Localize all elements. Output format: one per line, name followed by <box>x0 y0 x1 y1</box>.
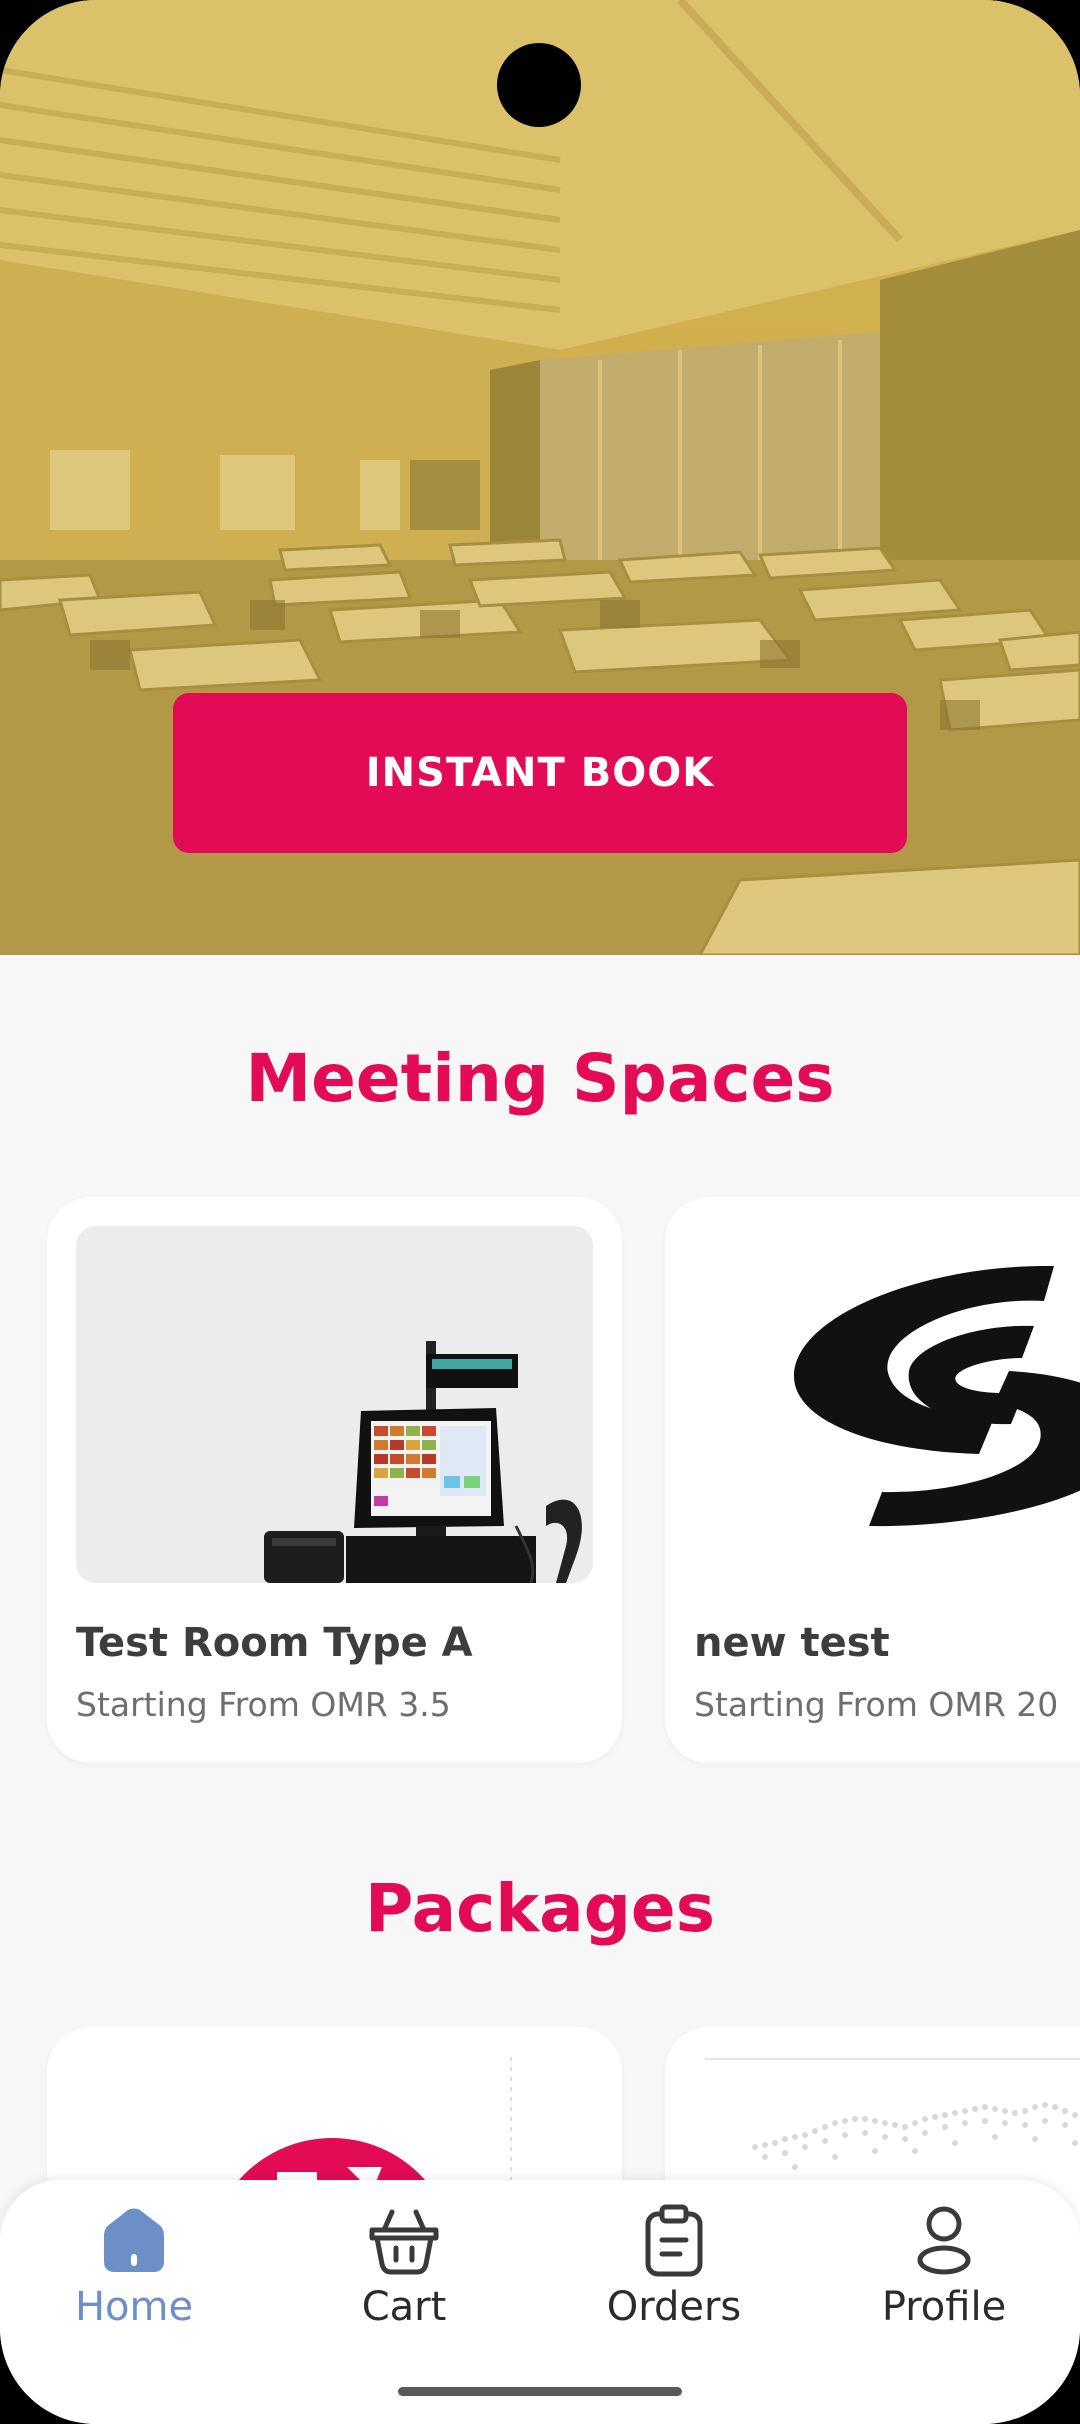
nav-orders-label: Orders <box>606 2284 742 2330</box>
nav-profile-label: Profile <box>881 2284 1007 2330</box>
nav-home[interactable]: Home <box>24 2202 244 2342</box>
instant-book-button[interactable]: INSTANT BOOK <box>173 693 907 853</box>
hero-banner: INSTANT BOOK <box>0 0 1080 955</box>
meeting-spaces-title: Meeting Spaces <box>245 1040 835 1117</box>
card-price: Starting From OMR 3.5 <box>76 1685 451 1724</box>
brand-logo-image <box>694 1226 1080 1583</box>
nav-home-label: Home <box>74 2284 194 2330</box>
app-screen: INSTANT BOOK Meeting Spaces Test Room Ty… <box>0 0 1080 2424</box>
meeting-space-card[interactable]: Test Room Type A Starting From OMR 3.5 <box>47 1197 622 1763</box>
card-title: new test <box>694 1620 890 1666</box>
pos-terminal-image <box>76 1226 593 1583</box>
front-camera-cutout <box>497 43 581 127</box>
home-icon <box>104 2208 164 2272</box>
card-title: Test Room Type A <box>76 1620 473 1666</box>
card-price: Starting From OMR 20 <box>694 1685 1059 1724</box>
packages-title: Packages <box>365 1870 715 1947</box>
nav-profile[interactable]: Profile <box>834 2202 1054 2342</box>
home-indicator[interactable] <box>398 2387 682 2396</box>
clipboard-icon <box>645 2204 703 2277</box>
nav-cart-label: Cart <box>361 2284 447 2330</box>
user-icon <box>917 2206 971 2275</box>
basket-icon <box>369 2209 439 2275</box>
nav-cart[interactable]: Cart <box>294 2202 514 2342</box>
nav-orders[interactable]: Orders <box>564 2202 784 2342</box>
meeting-space-card[interactable]: new test Starting From OMR 20 <box>665 1197 1080 1763</box>
